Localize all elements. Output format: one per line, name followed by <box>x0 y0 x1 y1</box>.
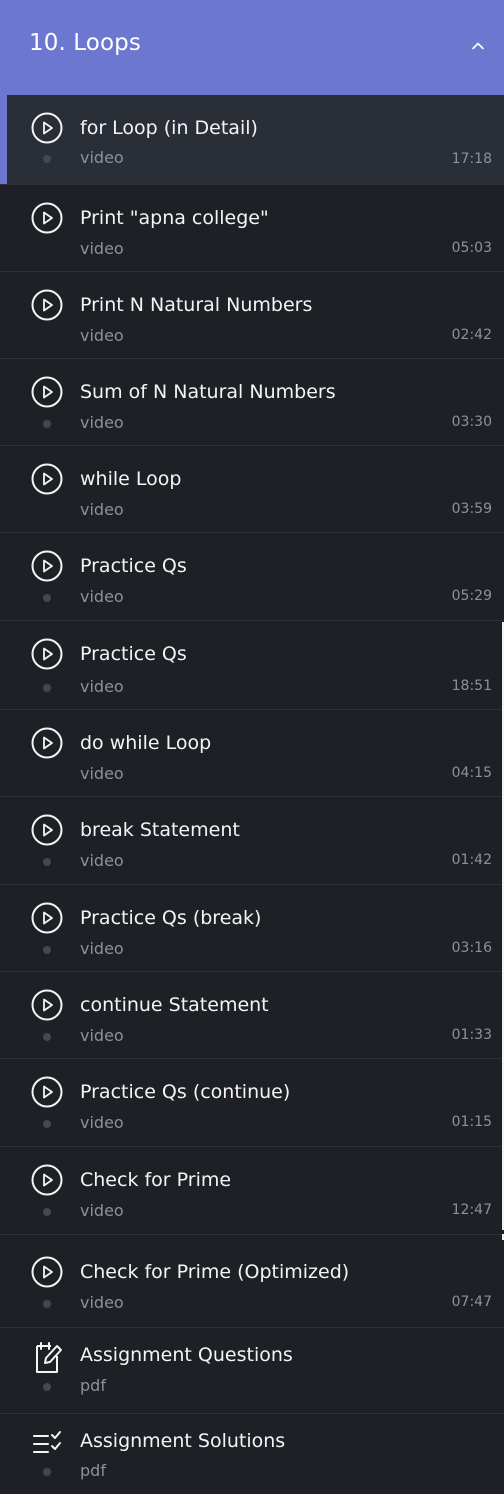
play-circle-icon <box>31 463 63 495</box>
lesson-item[interactable]: Sum of N Natural Numbers video 03:30 <box>0 358 504 445</box>
lesson-item[interactable]: Practice Qs (break) video 03:16 <box>0 884 504 971</box>
lesson-title: Practice Qs (break) <box>80 907 262 929</box>
lesson-item[interactable]: Check for Prime (Optimized) video 07:47 <box>0 1234 504 1327</box>
lesson-type: video <box>80 239 124 258</box>
lesson-duration: 07:47 <box>451 1294 492 1310</box>
lesson-duration: 17:18 <box>451 151 492 167</box>
lesson-item[interactable]: do while Loop video 04:15 <box>0 709 504 796</box>
play-circle-icon <box>31 989 63 1021</box>
lesson-title: Practice Qs <box>80 555 187 577</box>
active-indicator <box>0 95 7 184</box>
lesson-type: video <box>80 413 124 432</box>
completion-dot <box>43 1300 51 1308</box>
lesson-duration: 01:42 <box>451 852 492 868</box>
lesson-title: do while Loop <box>80 732 212 754</box>
completion-dot <box>43 1033 51 1041</box>
play-circle-icon <box>31 376 63 408</box>
completion-dot <box>43 155 51 163</box>
lesson-duration: 03:59 <box>451 501 492 517</box>
chevron-up-icon[interactable] <box>470 38 486 54</box>
lesson-title: break Statement <box>80 819 240 841</box>
lesson-duration: 03:16 <box>451 940 492 956</box>
lesson-item[interactable]: Print N Natural Numbers video 02:42 <box>0 271 504 358</box>
section-title: 10. Loops <box>29 30 141 56</box>
lesson-type: video <box>80 148 124 167</box>
lesson-item[interactable]: Practice Qs video 18:51 <box>0 620 504 709</box>
play-circle-icon <box>31 289 63 321</box>
lesson-type: pdf <box>80 1376 106 1395</box>
play-circle-icon <box>31 112 63 144</box>
lesson-type: video <box>80 1201 124 1220</box>
completion-dot <box>43 420 51 428</box>
lesson-title: Assignment Questions <box>80 1344 293 1366</box>
completion-dot <box>43 1383 51 1391</box>
lesson-type: video <box>80 851 124 870</box>
lesson-duration: 04:15 <box>451 765 492 781</box>
play-circle-icon <box>31 814 63 846</box>
play-circle-icon <box>31 727 63 759</box>
lesson-item[interactable]: break Statement video 01:42 <box>0 796 504 884</box>
lesson-item[interactable]: continue Statement video 01:33 <box>0 971 504 1058</box>
section-header[interactable]: 10. Loops <box>0 0 504 95</box>
play-circle-icon <box>31 550 63 582</box>
completion-dot <box>43 1120 51 1128</box>
completion-dot <box>43 684 51 692</box>
lesson-title: Assignment Solutions <box>80 1430 286 1452</box>
lesson-type: video <box>80 1026 124 1045</box>
lesson-item[interactable]: Practice Qs (continue) video 01:15 <box>0 1058 504 1146</box>
checklist-icon <box>33 1431 61 1453</box>
play-circle-icon <box>31 202 63 234</box>
play-circle-icon <box>31 902 63 934</box>
course-section-panel: 10. Loops for Loop (in Detail) video 17:18… <box>0 0 504 1494</box>
lesson-item[interactable]: Practice Qs video 05:29 <box>0 532 504 620</box>
completion-dot <box>43 594 51 602</box>
lesson-duration: 18:51 <box>451 678 492 694</box>
lesson-type: video <box>80 500 124 519</box>
lesson-duration: 02:42 <box>451 327 492 343</box>
lesson-duration: 05:29 <box>451 588 492 604</box>
lesson-duration: 12:47 <box>451 1202 492 1218</box>
lesson-type: video <box>80 1113 124 1132</box>
lesson-title: continue Statement <box>80 994 269 1016</box>
completion-dot <box>43 1208 51 1216</box>
lesson-title: Sum of N Natural Numbers <box>80 381 336 403</box>
lesson-type: video <box>80 587 124 606</box>
lesson-title: Check for Prime (Optimized) <box>80 1261 350 1283</box>
lesson-title: Check for Prime <box>80 1169 232 1191</box>
edit-document-icon <box>36 1342 62 1373</box>
play-circle-icon <box>31 638 63 670</box>
play-circle-icon <box>31 1076 63 1108</box>
lesson-duration: 03:30 <box>451 414 492 430</box>
lesson-duration: 01:15 <box>451 1114 492 1130</box>
lesson-type: video <box>80 677 124 696</box>
lesson-item[interactable]: Assignment Solutions pdf <box>0 1413 504 1494</box>
lesson-item[interactable]: while Loop video 03:59 <box>0 445 504 532</box>
lesson-type: video <box>80 939 124 958</box>
lesson-title: Practice Qs (continue) <box>80 1081 291 1103</box>
lesson-duration: 05:03 <box>451 240 492 256</box>
lesson-title: while Loop <box>80 468 182 490</box>
lesson-item[interactable]: Check for Prime video 12:47 <box>0 1146 504 1234</box>
completion-dot <box>43 858 51 866</box>
lesson-type: video <box>80 326 124 345</box>
lesson-item[interactable]: Assignment Questions pdf <box>0 1327 504 1413</box>
lesson-item-active[interactable]: for Loop (in Detail) video 17:18 <box>0 95 504 184</box>
lesson-item[interactable]: Print "apna college" video 05:03 <box>0 184 504 271</box>
lesson-title: for Loop (in Detail) <box>80 117 258 139</box>
play-circle-icon <box>31 1256 63 1288</box>
lesson-title: Print "apna college" <box>80 207 269 229</box>
play-circle-icon <box>31 1164 63 1196</box>
completion-dot <box>43 1468 51 1476</box>
completion-dot <box>43 946 51 954</box>
lesson-type: video <box>80 1293 124 1312</box>
lesson-title: Print N Natural Numbers <box>80 294 313 316</box>
lesson-title: Practice Qs <box>80 643 187 665</box>
lesson-type: video <box>80 764 124 783</box>
lesson-duration: 01:33 <box>451 1027 492 1043</box>
lesson-type: pdf <box>80 1461 106 1480</box>
